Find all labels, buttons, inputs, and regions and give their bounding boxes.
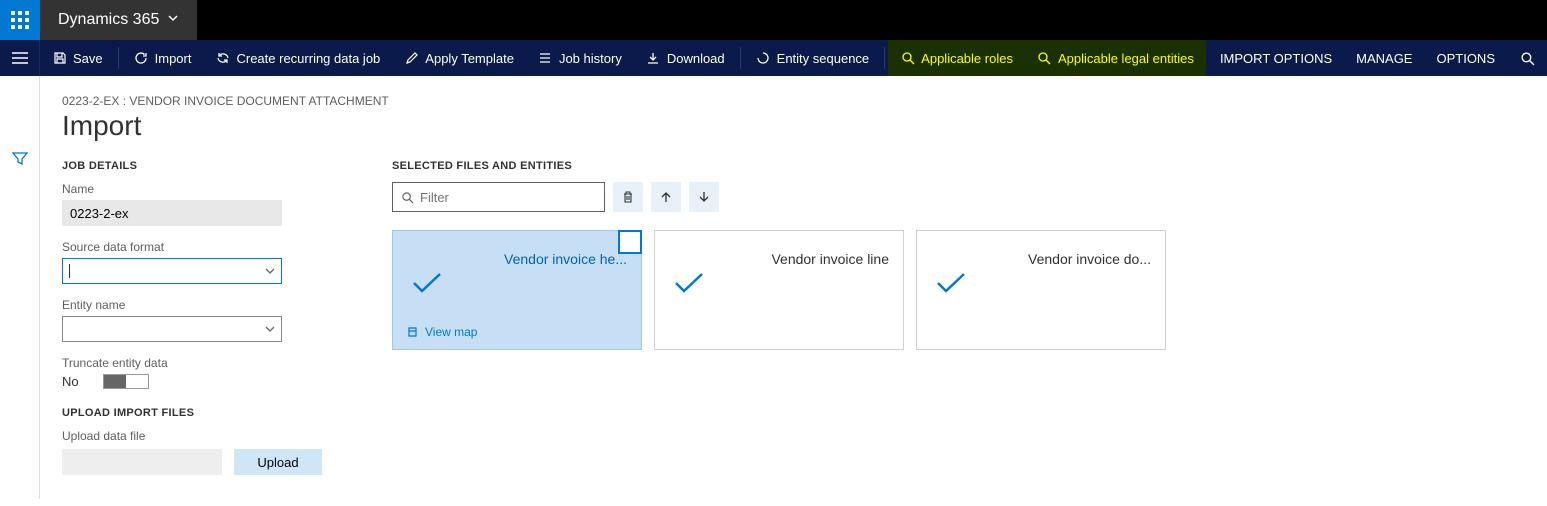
command-bar: Save Import Create recurring data job Ap… xyxy=(0,40,1547,76)
chevron-down-icon xyxy=(167,11,179,29)
list-icon xyxy=(538,51,553,66)
move-up-button[interactable] xyxy=(651,182,681,212)
filter-box[interactable] xyxy=(392,182,605,212)
name-input[interactable] xyxy=(62,200,282,226)
entity-card[interactable]: Vendor invoice line xyxy=(654,230,904,350)
job-details-section: JOB DETAILS xyxy=(62,160,322,172)
entity-sequence-button[interactable]: Entity sequence xyxy=(744,40,882,76)
import-button[interactable]: Import xyxy=(122,40,204,76)
entity-name-select[interactable] xyxy=(62,316,282,342)
app-launcher-button[interactable] xyxy=(0,0,40,40)
import-options-menu[interactable]: IMPORT OPTIONS xyxy=(1208,40,1344,76)
source-format-value xyxy=(69,264,70,278)
chevron-down-icon xyxy=(265,264,275,279)
manage-menu[interactable]: MANAGE xyxy=(1344,40,1424,76)
search-button[interactable] xyxy=(1507,40,1547,76)
page-title: Import xyxy=(62,110,1523,142)
search-icon xyxy=(900,51,915,66)
chevron-down-icon xyxy=(265,322,275,337)
filter-input[interactable] xyxy=(420,190,596,205)
refresh-icon xyxy=(134,51,149,66)
search-icon xyxy=(401,191,414,204)
brand-label: Dynamics 365 xyxy=(58,11,159,29)
map-icon xyxy=(407,326,419,338)
job-history-button[interactable]: Job history xyxy=(526,40,634,76)
source-format-select[interactable] xyxy=(62,258,282,284)
applicable-roles-button[interactable]: Applicable roles xyxy=(888,40,1025,76)
pencil-icon xyxy=(404,51,419,66)
arrow-up-icon xyxy=(659,190,673,204)
entity-card-title: Vendor invoice do... xyxy=(931,251,1151,267)
check-icon xyxy=(411,271,443,298)
topbar-spacer xyxy=(197,0,1547,40)
save-icon xyxy=(52,51,67,66)
check-icon xyxy=(673,271,705,298)
upload-section: UPLOAD IMPORT FILES xyxy=(62,407,322,419)
search-icon xyxy=(1520,51,1535,66)
brand-selector[interactable]: Dynamics 365 xyxy=(40,0,197,40)
entity-name-label: Entity name xyxy=(62,298,322,312)
entity-card-title: Vendor invoice line xyxy=(669,251,889,267)
source-format-label: Source data format xyxy=(62,240,322,254)
entity-card[interactable]: Vendor invoice he... View map xyxy=(392,230,642,350)
entity-card[interactable]: Vendor invoice do... xyxy=(916,230,1166,350)
recurring-icon xyxy=(215,51,230,66)
hamburger-icon xyxy=(12,52,28,64)
name-label: Name xyxy=(62,182,322,196)
left-rail xyxy=(0,76,40,499)
save-button[interactable]: Save xyxy=(40,40,115,76)
selection-checkbox[interactable] xyxy=(618,230,642,254)
filter-icon xyxy=(12,150,28,166)
hamburger-button[interactable] xyxy=(0,40,40,76)
upload-file-input[interactable] xyxy=(62,449,222,475)
breadcrumb: 0223-2-EX : VENDOR INVOICE DOCUMENT ATTA… xyxy=(62,94,1523,108)
truncate-value: No xyxy=(62,374,79,389)
arrow-down-icon xyxy=(697,190,711,204)
download-icon xyxy=(646,51,661,66)
truncate-toggle[interactable] xyxy=(103,374,149,389)
truncate-label: Truncate entity data xyxy=(62,356,322,370)
waffle-icon xyxy=(11,11,29,29)
trash-icon xyxy=(621,190,635,204)
create-recurring-button[interactable]: Create recurring data job xyxy=(203,40,392,76)
applicable-legal-entities-button[interactable]: Applicable legal entities xyxy=(1025,40,1206,76)
sequence-icon xyxy=(756,51,771,66)
delete-button[interactable] xyxy=(613,182,643,212)
view-map-link[interactable]: View map xyxy=(407,325,477,339)
check-icon xyxy=(935,271,967,298)
download-button[interactable]: Download xyxy=(634,40,737,76)
top-bar: Dynamics 365 xyxy=(0,0,1547,40)
move-down-button[interactable] xyxy=(689,182,719,212)
options-menu[interactable]: OPTIONS xyxy=(1424,40,1507,76)
apply-template-button[interactable]: Apply Template xyxy=(392,40,526,76)
entity-card-title: Vendor invoice he... xyxy=(407,251,627,267)
upload-label: Upload data file xyxy=(62,429,322,443)
upload-button[interactable]: Upload xyxy=(234,449,322,475)
entities-section: SELECTED FILES AND ENTITIES xyxy=(392,160,1166,172)
search-icon xyxy=(1037,51,1052,66)
filter-rail-button[interactable] xyxy=(12,150,28,499)
